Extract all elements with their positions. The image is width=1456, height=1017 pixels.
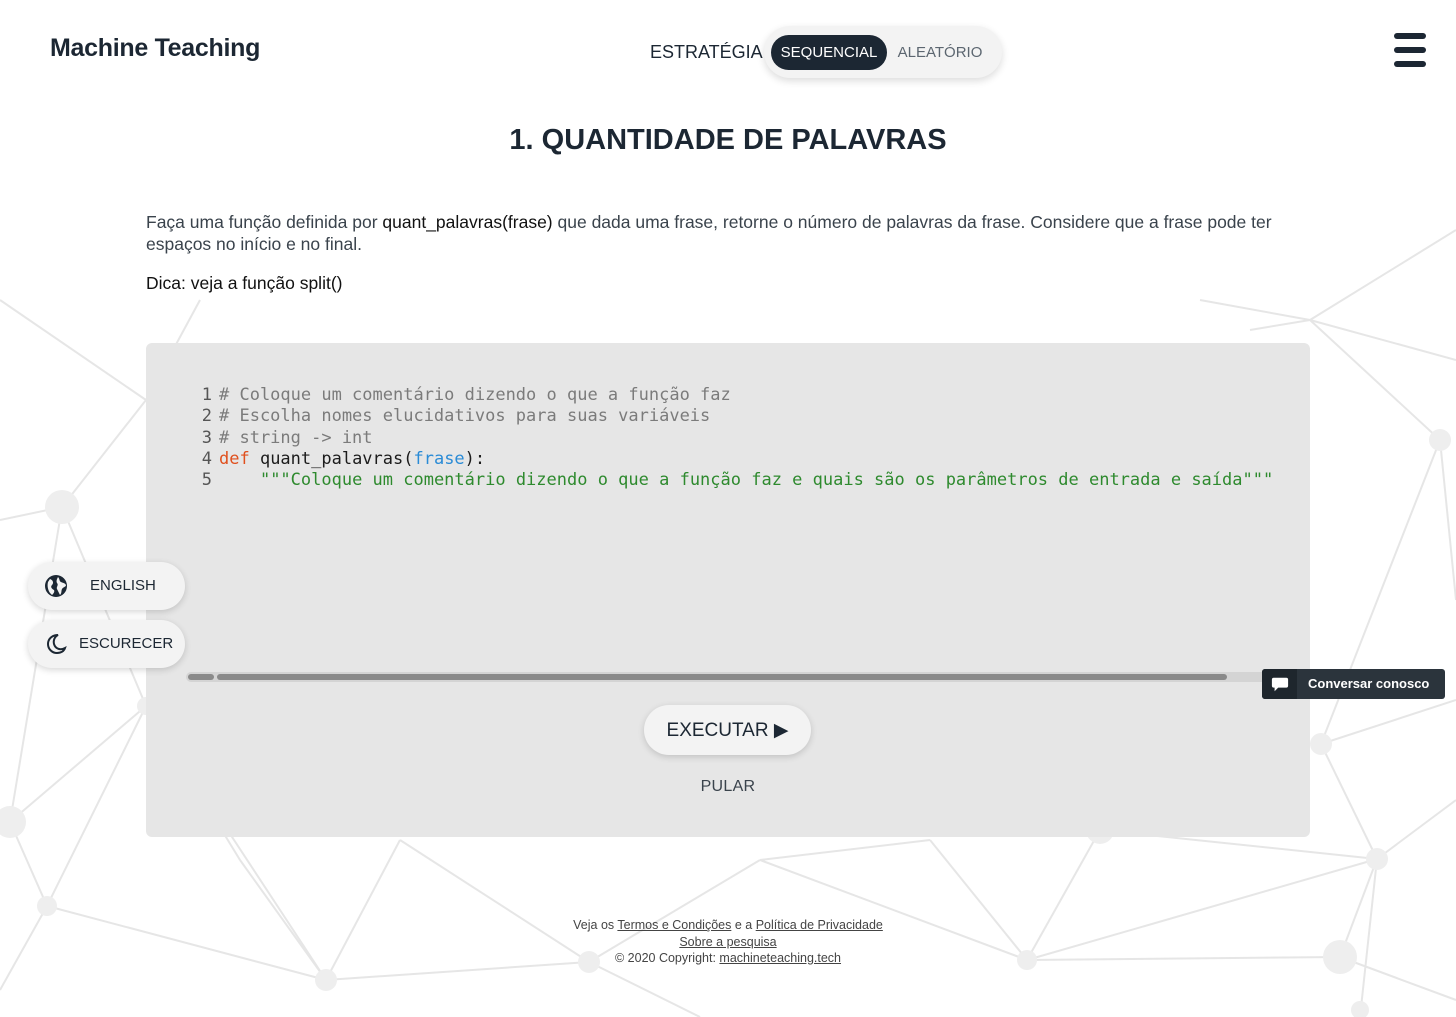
skip-link: PULAR — [146, 778, 1310, 796]
dark-mode-button[interactable]: ESCURECER — [28, 620, 185, 668]
language-button-label: ENGLISH — [90, 577, 156, 594]
exercise-title: 1. QUANTIDADE DE PALAVRAS — [509, 124, 947, 156]
code-line: 1 # Coloque um comentário dizendo o que a… — [186, 385, 1286, 406]
run-button[interactable]: EXECUTAR ▶ — [644, 705, 811, 755]
code-comment: # Escolha nomes elucidativos para suas v… — [219, 406, 711, 427]
chat-label: Conversar conosco — [1308, 676, 1430, 691]
footer-legal-line: Veja os Termos e Condições e a Política … — [0, 917, 1456, 934]
line-number: 2 — [201, 406, 212, 427]
line-number: 5 — [201, 470, 212, 491]
code-line: 4 def quant_palavras(frase): — [186, 449, 1286, 470]
code-function-name: quant_palavras( — [249, 448, 414, 469]
footer-copyright-line: © 2020 Copyright: machineteaching.tech — [0, 950, 1456, 967]
privacy-link[interactable]: Política de Privacidade — [756, 918, 883, 932]
line-number: 3 — [201, 427, 212, 448]
chat-icon-container — [1262, 669, 1297, 699]
site-link[interactable]: machineteaching.tech — [719, 951, 841, 965]
strategy-option-sequencial[interactable]: SEQUENCIAL — [771, 35, 887, 70]
strategy-toggle: SEQUENCIAL ALEATÓRIO — [764, 26, 1002, 78]
scrollbar-thumb[interactable] — [217, 674, 1227, 680]
about-research-link[interactable]: Sobre a pesquisa — [679, 935, 776, 949]
line-number: 1 — [201, 385, 212, 405]
copyright-text: © 2020 Copyright: — [614, 951, 720, 965]
code-parameter: frase — [413, 448, 465, 469]
footer-about-line: Sobre a pesquisa — [0, 934, 1456, 951]
brand-title[interactable]: Machine Teaching — [50, 34, 260, 63]
editor-horizontal-scrollbar[interactable] — [186, 672, 1310, 682]
language-button[interactable]: ENGLISH — [28, 562, 185, 610]
top-bar: Machine Teaching ESTRATÉGIA SEQUENCIAL A… — [0, 0, 1456, 100]
code-comment: # Coloque um comentário dizendo o que a … — [219, 385, 731, 405]
skip-link-label[interactable]: PULAR — [701, 778, 756, 795]
code-comment: # string -> int — [219, 427, 373, 448]
code-punctuation: ): — [464, 448, 486, 469]
code-line: 3 # string -> int — [186, 428, 1286, 449]
strategy-option-aleatorio[interactable]: ALEATÓRIO — [890, 35, 990, 70]
exercise-description: Faça uma função definida por quant_palav… — [146, 211, 1296, 255]
strategy-label: ESTRATÉGIA — [650, 42, 763, 62]
moon-icon — [46, 634, 67, 655]
terms-link[interactable]: Termos e Condições — [617, 918, 731, 932]
description-text-start: Faça uma função definida por — [146, 212, 383, 232]
code-editor-panel: 1 # Coloque um comentário dizendo o que a… — [146, 343, 1310, 837]
footer-prefix: Veja os — [573, 918, 618, 932]
code-editor[interactable]: 1 # Coloque um comentário dizendo o que a… — [186, 385, 1286, 685]
chat-widget[interactable]: Conversar conosco — [1262, 669, 1445, 699]
exercise-hint: Dica: veja a função split() — [146, 273, 343, 293]
globe-icon — [45, 575, 67, 597]
hamburger-menu-icon[interactable] — [1394, 33, 1426, 67]
footer-middle: e a — [731, 918, 756, 932]
code-line: 5 """Coloque um comentário dizendo o que… — [186, 470, 1286, 491]
dark-mode-button-label: ESCURECER — [79, 635, 174, 652]
line-number: 4 — [201, 448, 212, 469]
function-signature: quant_palavras(frase) — [382, 212, 553, 232]
footer: Veja os Termos e Condições e a Política … — [0, 917, 1456, 967]
chat-bubble-icon — [1271, 677, 1289, 692]
code-keyword: def — [219, 448, 250, 469]
code-line: 2 # Escolha nomes elucidativos para suas … — [186, 406, 1286, 427]
scrollbar-left-arrow[interactable] — [188, 674, 214, 680]
code-docstring: """Coloque um comentário dizendo o que a… — [259, 470, 1274, 491]
